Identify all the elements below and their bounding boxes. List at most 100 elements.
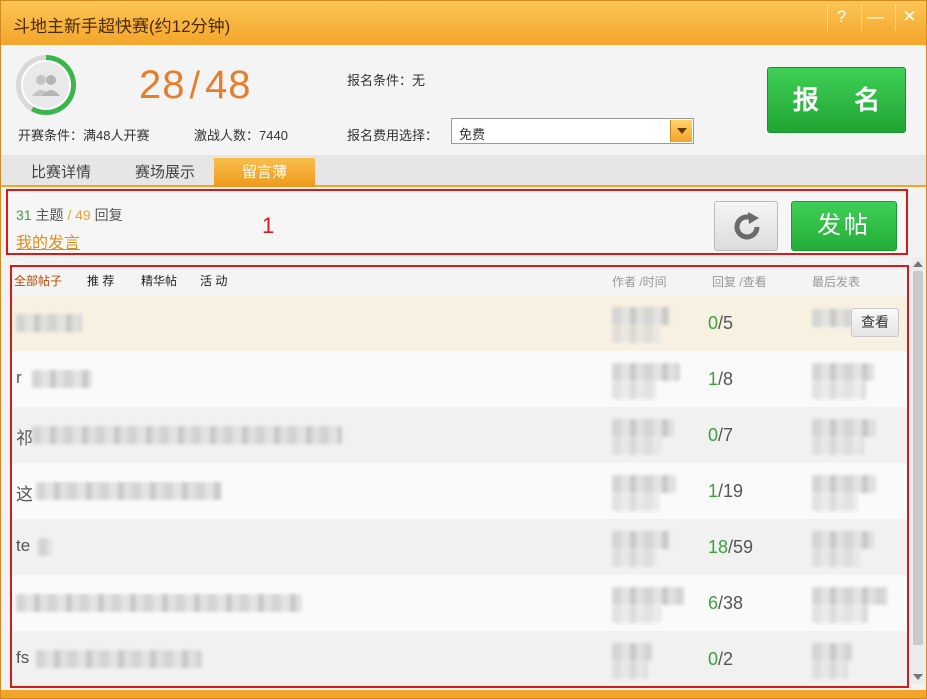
post-list-header: 全部帖子 推 荐 精华帖 活 动 作者 /时间 回复 /查看 最后发表 [12,267,907,295]
avatar [16,55,76,115]
help-button[interactable]: ? [827,5,855,31]
post-title[interactable]: fs [16,648,29,668]
reply-count-value: 1 [708,369,719,389]
time-redacted [612,661,648,679]
scroll-up-icon[interactable] [913,261,923,267]
my-posts-link[interactable]: 我的发言 [16,229,80,253]
post-title[interactable]: 这 [16,480,33,505]
post-title-redacted [32,426,342,444]
scroll-thumb[interactable] [913,271,923,645]
table-row[interactable]: 6/38 [12,575,907,631]
scroll-down-icon[interactable] [913,674,923,680]
reply-count-value: 18 [708,537,729,557]
post-stats: 31 主题 / 49 回复 [16,205,123,225]
signup-condition: 报名条件：无 [347,73,426,88]
time-redacted [612,493,660,511]
reply-count-value: 0 [708,313,719,333]
reply-count-value: 0 [708,649,719,669]
view-count-value: 19 [723,481,744,501]
tab-guestbook[interactable]: 留言薄 [214,158,315,187]
count-separator: / [189,65,202,107]
view-count-value: 7 [723,425,734,445]
view-count-value: 59 [733,537,754,557]
signup-button[interactable]: 报 名 [767,67,906,133]
post-title[interactable]: te [16,536,30,556]
author-redacted [612,419,674,437]
new-post-button[interactable]: 发帖 [791,201,897,251]
reply-count-value: 0 [708,425,719,445]
last-post-redacted [812,531,874,549]
post-title-redacted [16,594,302,612]
table-row[interactable]: te 18/59 [12,519,907,575]
view-count-value: 8 [723,369,734,389]
annotation-marker-1: 1 [262,213,275,238]
topic-label: 主题 [35,207,64,223]
time-redacted [612,549,656,567]
table-row[interactable]: 这 1/19 [12,463,907,519]
column-replies: 回复 /查看 [712,275,767,289]
scrollbar[interactable] [911,257,925,684]
filter-featured[interactable]: 精华帖 [141,272,177,289]
filter-all-posts[interactable]: 全部帖子 [14,272,62,289]
view-button[interactable]: 查看 [851,308,899,337]
total-players: 48 [205,63,252,107]
table-row[interactable]: 0/5 查看 [12,295,907,351]
time-redacted [612,605,662,623]
author-redacted [612,643,652,661]
view-count-value: 2 [723,649,734,669]
post-title-redacted [36,482,222,500]
reply-view-count: 0/2 [708,649,734,669]
view-count-value: 5 [723,313,734,333]
filter-activity[interactable]: 活 动 [200,272,227,289]
reply-label: 回复 [94,207,123,223]
post-title[interactable]: r [16,368,22,388]
post-title[interactable]: 祁 [16,424,33,449]
window: 斗地主新手超快赛(约12分钟) ? — ✕ 28/48 报名条件：无 开赛条件：… [0,0,927,699]
reply-view-count: 0/5 [708,313,734,333]
last-post-redacted [812,587,888,605]
column-last-post: 最后发表 [812,275,861,289]
reply-view-count: 6/38 [708,593,744,613]
post-list: 全部帖子 推 荐 精华帖 活 动 作者 /时间 回复 /查看 最后发表 0/5 … [10,265,909,688]
open-condition: 开赛条件：满48人开赛 [18,128,150,143]
tab-match-details[interactable]: 比赛详情 [15,158,107,187]
refresh-icon [734,212,760,240]
time-redacted [612,381,656,399]
table-row[interactable]: 祁 0/7 [12,407,907,463]
current-players: 28 [139,63,186,107]
minimize-button[interactable]: — [861,5,889,31]
view-count-value: 38 [723,593,744,613]
reply-view-count: 1/19 [708,481,744,501]
table-row[interactable]: r 1/8 [12,351,907,407]
refresh-button[interactable] [714,201,778,251]
player-count: 28/48 [139,63,252,108]
bottom-border [1,690,926,698]
reply-view-count: 1/8 [708,369,734,389]
post-title-redacted [36,650,202,668]
last-post-redacted [812,475,876,493]
window-title: 斗地主新手超快赛(约12分钟) [13,17,231,36]
last-post-time-redacted [812,661,848,679]
table-row[interactable]: fs 0/2 [12,631,907,686]
post-rows: 0/5 查看 r 1/8 祁 0/7 这 1/19 te 18/59 6/38 … [12,295,907,686]
stats-separator: / [67,207,72,223]
chevron-down-icon[interactable] [670,120,692,142]
users-icon [21,60,71,110]
fee-select[interactable]: 免费 [451,118,694,144]
last-post-time-redacted [812,381,866,399]
last-post-redacted [812,363,874,381]
title-bar: 斗地主新手超快赛(约12分钟) ? — ✕ [1,1,926,45]
filter-recommended[interactable]: 推 荐 [87,272,114,289]
tab-arena[interactable]: 赛场展示 [119,158,211,187]
reply-count: 49 [75,207,91,223]
last-post-time-redacted [812,549,860,567]
close-button[interactable]: ✕ [895,5,923,31]
reply-count-value: 1 [708,481,719,501]
author-redacted [612,531,670,549]
post-title-redacted [32,370,92,388]
last-post-time-redacted [812,605,868,623]
post-title-redacted [38,538,52,556]
active-players: 激战人数：7440 [194,128,288,143]
column-author: 作者 /时间 [612,275,667,289]
time-redacted [612,325,660,343]
